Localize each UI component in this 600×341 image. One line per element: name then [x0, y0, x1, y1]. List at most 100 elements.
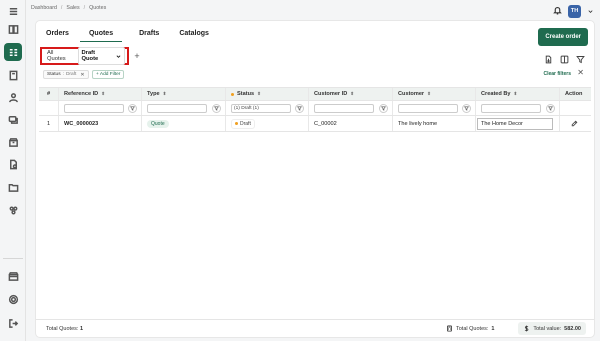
- sort-icon[interactable]: ⬍: [163, 91, 167, 97]
- chip-separator: :: [62, 72, 64, 77]
- clear-filters-link[interactable]: Clear filters: [543, 71, 571, 77]
- status-dot-icon: [235, 122, 238, 125]
- footer-value: 582.00: [564, 325, 581, 332]
- sort-icon[interactable]: ⬍: [101, 91, 105, 97]
- sort-icon[interactable]: ⬍: [427, 91, 431, 97]
- add-view-button[interactable]: +: [132, 51, 142, 61]
- customer-id-cell: C_00002: [309, 116, 393, 131]
- column-label: #: [46, 91, 51, 97]
- view-selector: All Quotes Draft Quote: [40, 47, 129, 65]
- filter-icon[interactable]: [576, 51, 586, 64]
- close-icon[interactable]: ✕: [80, 72, 84, 78]
- tag-icon[interactable]: [5, 111, 21, 127]
- export-icon[interactable]: [544, 51, 554, 64]
- dollar-icon: [525, 325, 529, 332]
- tab-quotes[interactable]: Quotes: [79, 30, 123, 42]
- filter-cell: [59, 101, 142, 115]
- table-footer: Total Quotes: 1 Total Quotes: 1 Total val…: [36, 319, 594, 337]
- tab-orders[interactable]: Orders: [46, 30, 83, 42]
- customer-filter-input[interactable]: [398, 103, 458, 113]
- chevron-down-icon[interactable]: [587, 2, 594, 20]
- edit-icon[interactable]: [560, 116, 591, 131]
- table-row[interactable]: 1 WC_0000023 Quote Draft C_00002 The liv…: [39, 116, 591, 132]
- breadcrumb-separator: /: [83, 5, 86, 11]
- catalog-icon[interactable]: [5, 21, 21, 37]
- filter-icon[interactable]: [128, 103, 137, 113]
- sort-icon[interactable]: ⬍: [350, 91, 354, 97]
- reference-id-cell[interactable]: WC_0000023: [59, 116, 142, 131]
- column-header-number: #: [39, 88, 59, 100]
- breadcrumb-dashboard[interactable]: Dashboard: [31, 5, 57, 11]
- table-header-row: # Reference ID ⬍ Type ⬍ Status ⬍ Customer I…: [39, 88, 591, 101]
- column-header-action: Action: [560, 88, 591, 100]
- created-by-filter-input[interactable]: [481, 103, 541, 113]
- status-filter-chip[interactable]: Status : Draft ✕: [43, 70, 89, 79]
- filter-cell: [560, 101, 591, 115]
- sort-icon[interactable]: ⬍: [514, 91, 518, 97]
- column-header-customer-id[interactable]: Customer ID ⬍: [309, 88, 393, 100]
- footer-label: Total value:: [533, 325, 562, 332]
- view-dropdown[interactable]: Draft Quote: [77, 47, 125, 65]
- folder-icon[interactable]: [5, 179, 21, 195]
- create-order-button[interactable]: Create order: [538, 28, 588, 46]
- created-by-cell: The Home Decor: [476, 116, 560, 131]
- sort-icon[interactable]: ⬍: [257, 91, 261, 97]
- row-number: 1: [39, 116, 59, 131]
- status-badge-label: Draft: [240, 120, 251, 127]
- column-header-customer[interactable]: Customer ⬍: [393, 88, 476, 100]
- view-all-quotes[interactable]: All Quotes: [44, 48, 77, 64]
- breadcrumb-sales[interactable]: Sales: [66, 5, 79, 11]
- filter-icon[interactable]: [379, 103, 388, 113]
- column-label: Reference ID: [64, 91, 99, 97]
- column-header-reference-id[interactable]: Reference ID ⬍: [59, 88, 142, 100]
- tab-catalogs[interactable]: Catalogs: [179, 30, 223, 42]
- user-icon[interactable]: [5, 89, 21, 105]
- column-label: Customer ID: [314, 91, 348, 97]
- file-icon[interactable]: [5, 67, 21, 83]
- view-dropdown-label: Draft Quote: [81, 50, 99, 62]
- created-by-value[interactable]: The Home Decor: [477, 117, 553, 130]
- filter-cell: (1) Draft (1): [226, 101, 309, 115]
- column-header-status[interactable]: Status ⬍: [226, 88, 309, 100]
- sidebar: [0, 0, 26, 341]
- quotes-table: # Reference ID ⬍ Type ⬍ Status ⬍ Customer I…: [39, 87, 591, 132]
- reference-filter-input[interactable]: [64, 103, 124, 113]
- filter-icon[interactable]: [546, 103, 555, 113]
- status-cell: Draft: [226, 116, 309, 131]
- avatar[interactable]: TH: [568, 4, 581, 18]
- chevron-down-icon: [116, 54, 121, 58]
- filter-row: (1) Draft (1): [39, 101, 591, 116]
- orders-icon[interactable]: [4, 43, 22, 61]
- column-header-created-by[interactable]: Created By ⬍: [476, 88, 560, 100]
- menu-icon[interactable]: [5, 3, 21, 19]
- breadcrumb-separator: /: [60, 5, 63, 11]
- bell-icon[interactable]: [553, 2, 562, 20]
- filter-cell: [476, 101, 560, 115]
- chip-label: Status: [47, 72, 61, 77]
- filter-icon[interactable]: [212, 103, 221, 113]
- columns-icon[interactable]: [560, 51, 570, 64]
- document-icon[interactable]: [5, 156, 21, 172]
- type-badge: Quote: [147, 119, 169, 128]
- breadcrumb: Dashboard / Sales / Quotes: [31, 5, 106, 11]
- footer-label: Total Quotes:: [46, 325, 79, 332]
- column-header-type[interactable]: Type ⬍: [142, 88, 226, 100]
- add-filter-button[interactable]: + Add Filter: [92, 70, 125, 79]
- tab-drafts[interactable]: Drafts: [139, 30, 173, 42]
- column-label: Type: [147, 91, 160, 97]
- breadcrumb-quotes: Quotes: [89, 5, 107, 11]
- status-badge: Draft: [231, 118, 255, 129]
- customer-id-filter-input[interactable]: [314, 103, 374, 113]
- filter-cell: [393, 101, 476, 115]
- logout-icon[interactable]: [5, 315, 21, 331]
- close-icon[interactable]: ✕: [577, 68, 584, 77]
- status-filter-input[interactable]: (1) Draft (1): [231, 103, 291, 113]
- settings-icon[interactable]: [5, 291, 21, 307]
- filter-icon[interactable]: [295, 103, 304, 113]
- type-filter-input[interactable]: [147, 103, 207, 113]
- store-icon[interactable]: [5, 268, 21, 284]
- column-label: Customer: [398, 91, 425, 97]
- filter-icon[interactable]: [462, 103, 471, 113]
- box-icon[interactable]: [5, 134, 21, 150]
- group-icon[interactable]: [5, 202, 21, 218]
